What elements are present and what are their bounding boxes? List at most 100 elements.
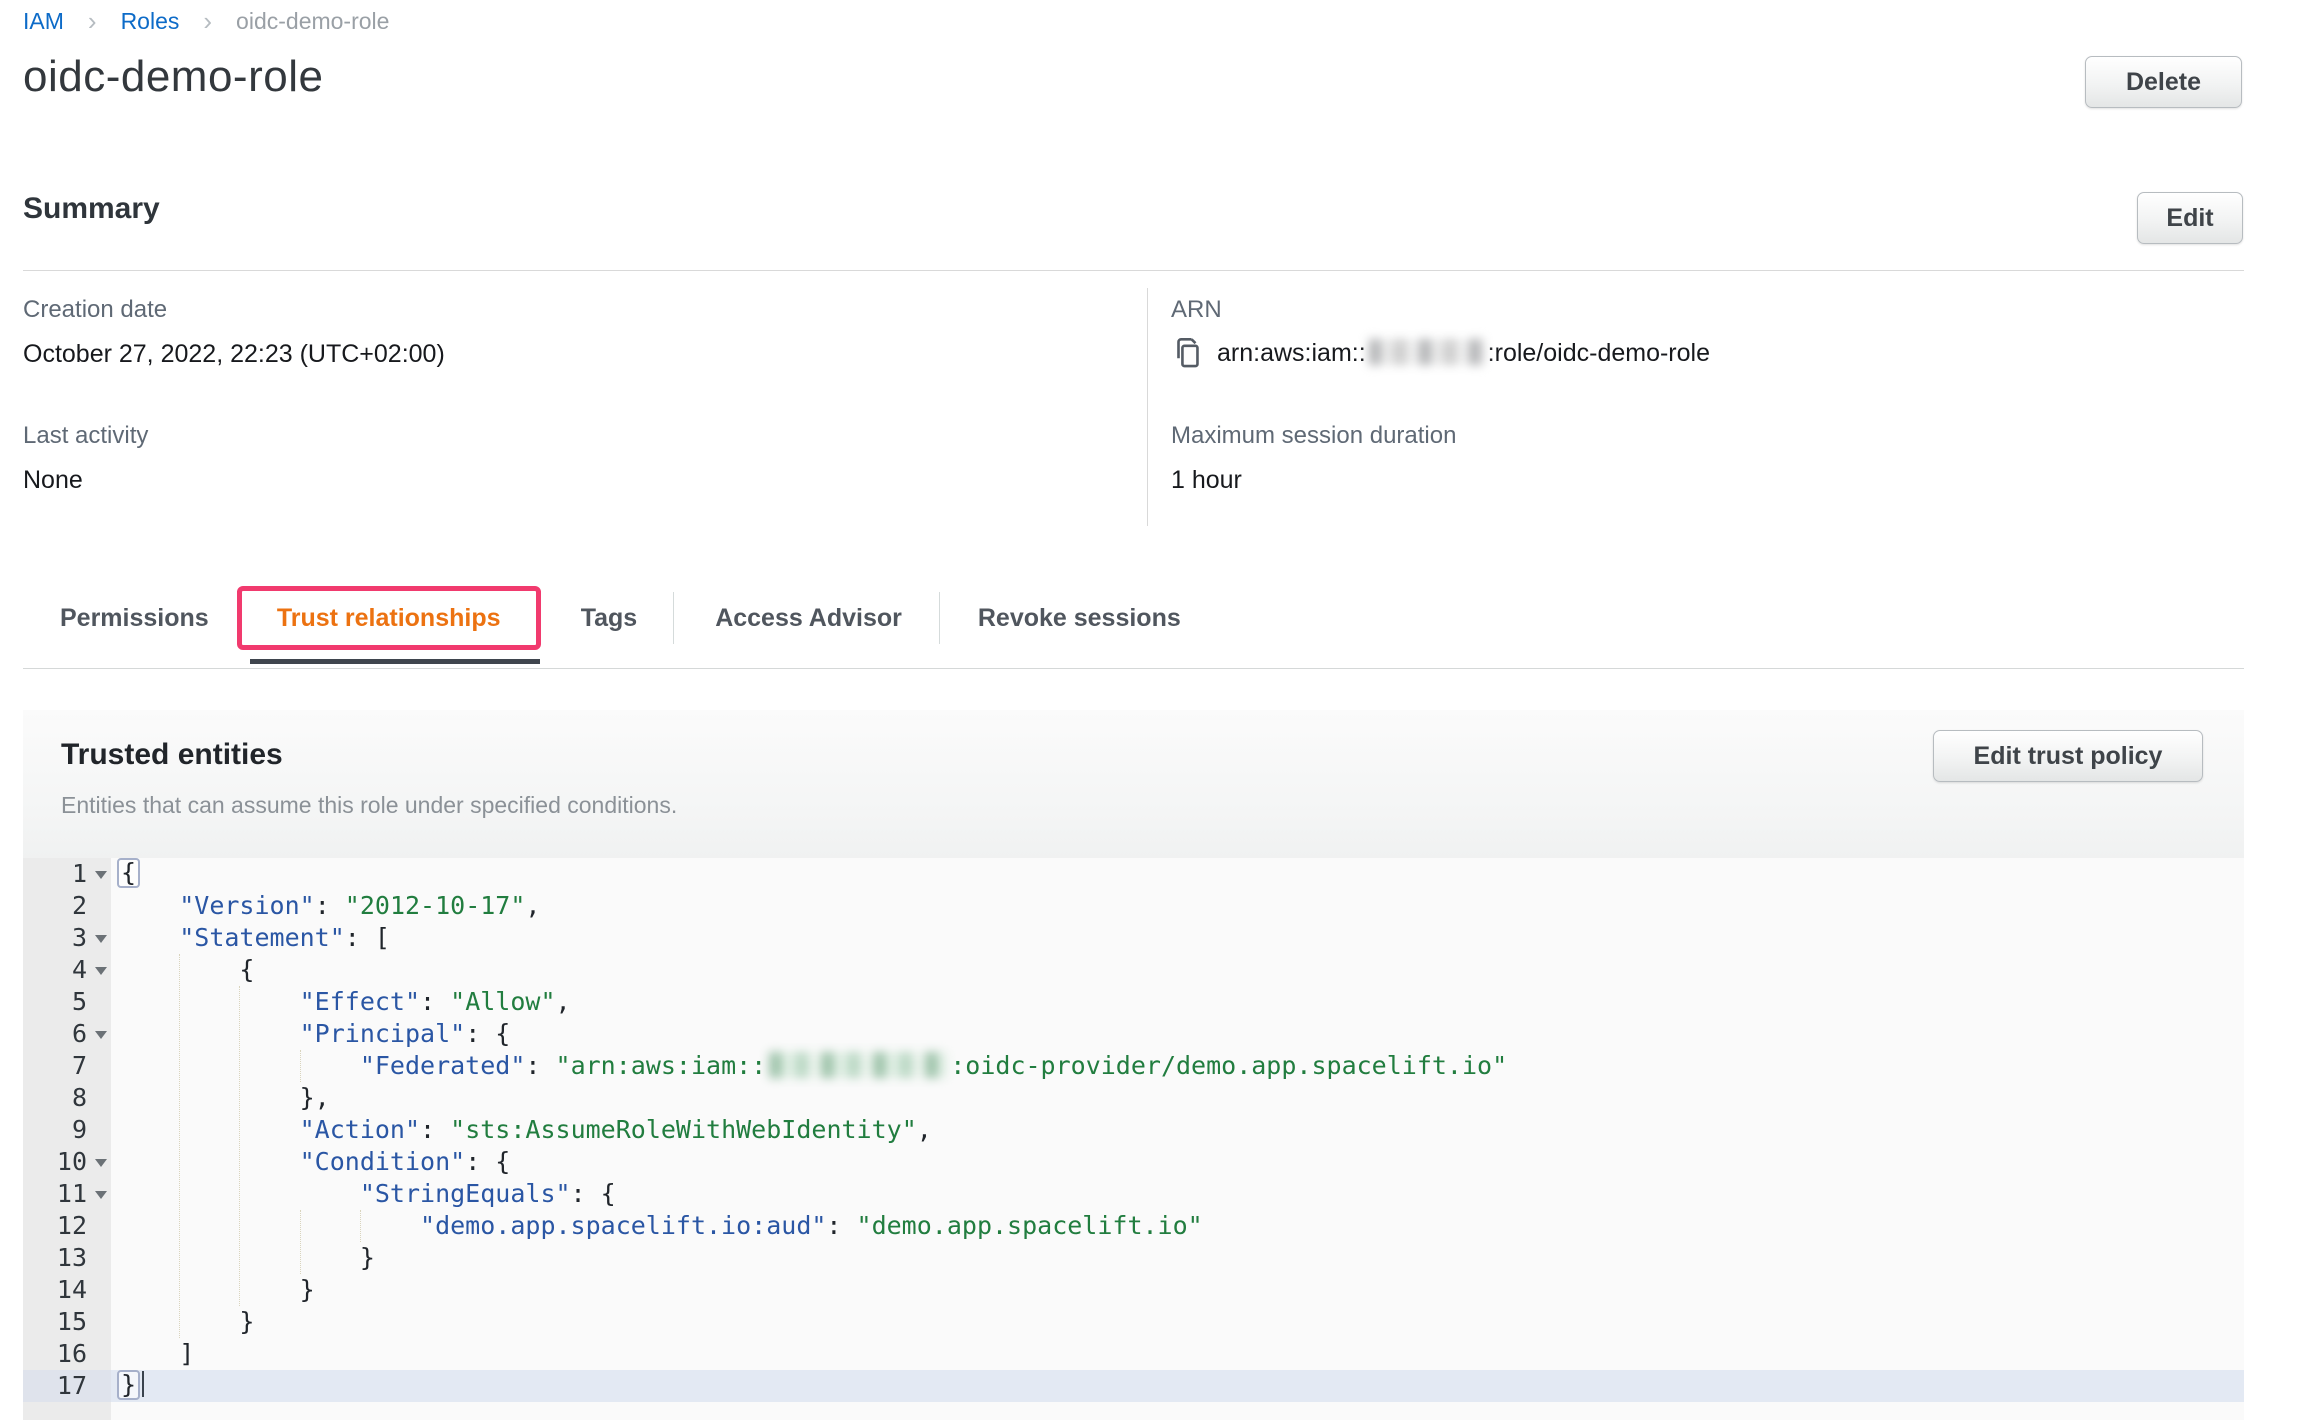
edit-button[interactable]: Edit [2137, 192, 2243, 244]
trusted-entities-header: Trusted entities Entities that can assum… [23, 710, 2244, 858]
tab-tags[interactable]: Tags [581, 604, 638, 633]
json-punctuation: : [420, 987, 450, 1016]
json-punctuation: , [525, 891, 540, 920]
gutter-line-11: 11 [23, 1178, 111, 1210]
trusted-entities-heading: Trusted entities [61, 738, 283, 772]
code-line-13: } [111, 1242, 2244, 1274]
json-key: "Principal" [300, 1019, 466, 1048]
breadcrumb-link-roles[interactable]: Roles [121, 8, 180, 35]
arn-value: arn:aws:iam:::role/oidc-demo-role [1171, 336, 1710, 370]
page-title: oidc-demo-role [23, 52, 323, 102]
arn-label: ARN [1171, 296, 1222, 324]
json-punctuation: } [360, 1243, 375, 1272]
json-key: "demo.app.spacelift.io:aud" [420, 1211, 826, 1240]
json-punctuation: : { [465, 1019, 510, 1048]
fold-toggle-icon[interactable] [95, 1031, 107, 1039]
code-line-1: { [111, 858, 2244, 890]
iam-role-detail-page: { "breadcrumb": { "items": ["IAM", "Role… [0, 0, 2302, 1420]
trusted-entities-description: Entities that can assume this role under… [61, 792, 677, 819]
json-punctuation: : [420, 1115, 450, 1144]
json-key: "StringEquals" [360, 1179, 571, 1208]
json-punctuation: : [ [345, 923, 390, 952]
fold-toggle-icon[interactable] [95, 1159, 107, 1167]
gutter-line-3: 3 [23, 922, 111, 954]
divider [23, 668, 2244, 669]
json-punctuation: : [525, 1051, 555, 1080]
json-punctuation: ] [179, 1339, 194, 1368]
code-line-3: "Statement": [ [111, 922, 2244, 954]
gutter-line-15: 15 [23, 1306, 111, 1338]
gutter-line-12: 12 [23, 1210, 111, 1242]
fold-toggle-icon[interactable] [95, 967, 107, 975]
gutter-line-17: 17 [23, 1370, 111, 1402]
gutter-line-14: 14 [23, 1274, 111, 1306]
json-punctuation: } [117, 1370, 140, 1400]
arn-text: arn:aws:iam:::role/oidc-demo-role [1217, 339, 1710, 368]
trusted-entities-panel: Trusted entities Entities that can assum… [23, 710, 2244, 1420]
code-line-5: "Effect": "Allow", [111, 986, 2244, 1018]
json-punctuation: , [917, 1115, 932, 1144]
tab-access-advisor[interactable]: Access Advisor [715, 604, 902, 633]
json-punctuation: , [556, 987, 571, 1016]
json-punctuation: : [315, 891, 345, 920]
json-string: "sts:AssumeRoleWithWebIdentity" [450, 1115, 917, 1144]
code-line-2: "Version": "2012-10-17", [111, 890, 2244, 922]
tab-permissions[interactable]: Permissions [60, 604, 209, 633]
code-line-11: "StringEquals": { [111, 1178, 2244, 1210]
tab-trust-relationships[interactable]: Trust relationships [277, 604, 501, 633]
gutter-line-5: 5 [23, 986, 111, 1018]
json-string: "Allow" [450, 987, 555, 1016]
tab-revoke-sessions[interactable]: Revoke sessions [978, 604, 1181, 633]
redacted-account-id [769, 1052, 947, 1078]
json-punctuation: : { [465, 1147, 510, 1176]
code-line-15: } [111, 1306, 2244, 1338]
breadcrumb: IAM › Roles › oidc-demo-role [23, 6, 389, 37]
active-tab-underline [250, 659, 540, 664]
gutter-line-6: 6 [23, 1018, 111, 1050]
code-line-17: } [111, 1370, 2244, 1402]
json-key: "Effect" [300, 987, 420, 1016]
json-punctuation: { [239, 955, 254, 984]
tab-separator [673, 592, 674, 644]
json-punctuation: } [239, 1307, 254, 1336]
gutter-line-2: 2 [23, 890, 111, 922]
json-punctuation: }, [300, 1083, 330, 1112]
max-session-label: Maximum session duration [1171, 422, 1456, 450]
delete-button[interactable]: Delete [2085, 56, 2242, 108]
creation-date-value: October 27, 2022, 22:23 (UTC+02:00) [23, 340, 445, 369]
fold-toggle-icon[interactable] [95, 1191, 107, 1199]
text-cursor [142, 1371, 144, 1397]
json-string: "demo.app.spacelift.io" [857, 1211, 1203, 1240]
json-string: "arn:aws:iam:: [556, 1051, 767, 1080]
gutter-line-8: 8 [23, 1082, 111, 1114]
gutter-line-9: 9 [23, 1114, 111, 1146]
summary-column-divider [1147, 288, 1148, 526]
tab-separator [939, 592, 940, 644]
code-line-10: "Condition": { [111, 1146, 2244, 1178]
gutter-line-10: 10 [23, 1146, 111, 1178]
json-key: "Version" [179, 891, 314, 920]
code-line-14: } [111, 1274, 2244, 1306]
gutter-line-13: 13 [23, 1242, 111, 1274]
breadcrumb-current: oidc-demo-role [236, 8, 389, 35]
divider [23, 270, 2244, 271]
code-line-9: "Action": "sts:AssumeRoleWithWebIdentity… [111, 1114, 2244, 1146]
copy-icon[interactable] [1171, 336, 1203, 370]
trust-policy-editor[interactable]: 1234567891011121314151617 { "Version": "… [23, 858, 2244, 1420]
tabs-row: Permissions Trust relationships Tags Access… [0, 580, 2302, 656]
chevron-right-icon: › [203, 6, 212, 37]
json-key: "Condition" [300, 1147, 466, 1176]
annotation-highlight-box: Trust relationships [237, 586, 541, 650]
code-line-4: { [111, 954, 2244, 986]
json-key: "Action" [300, 1115, 420, 1144]
gutter-line-16: 16 [23, 1338, 111, 1370]
breadcrumb-link-iam[interactable]: IAM [23, 8, 64, 35]
json-string: :oidc-provider/demo.app.spacelift.io" [950, 1051, 1507, 1080]
fold-toggle-icon[interactable] [95, 871, 107, 879]
max-session-value: 1 hour [1171, 466, 1242, 495]
editor-code-area[interactable]: { "Version": "2012-10-17", "Statement": … [111, 858, 2244, 1420]
json-key: "Federated" [360, 1051, 526, 1080]
fold-toggle-icon[interactable] [95, 935, 107, 943]
last-activity-label: Last activity [23, 422, 148, 450]
edit-trust-policy-button[interactable]: Edit trust policy [1933, 730, 2203, 782]
